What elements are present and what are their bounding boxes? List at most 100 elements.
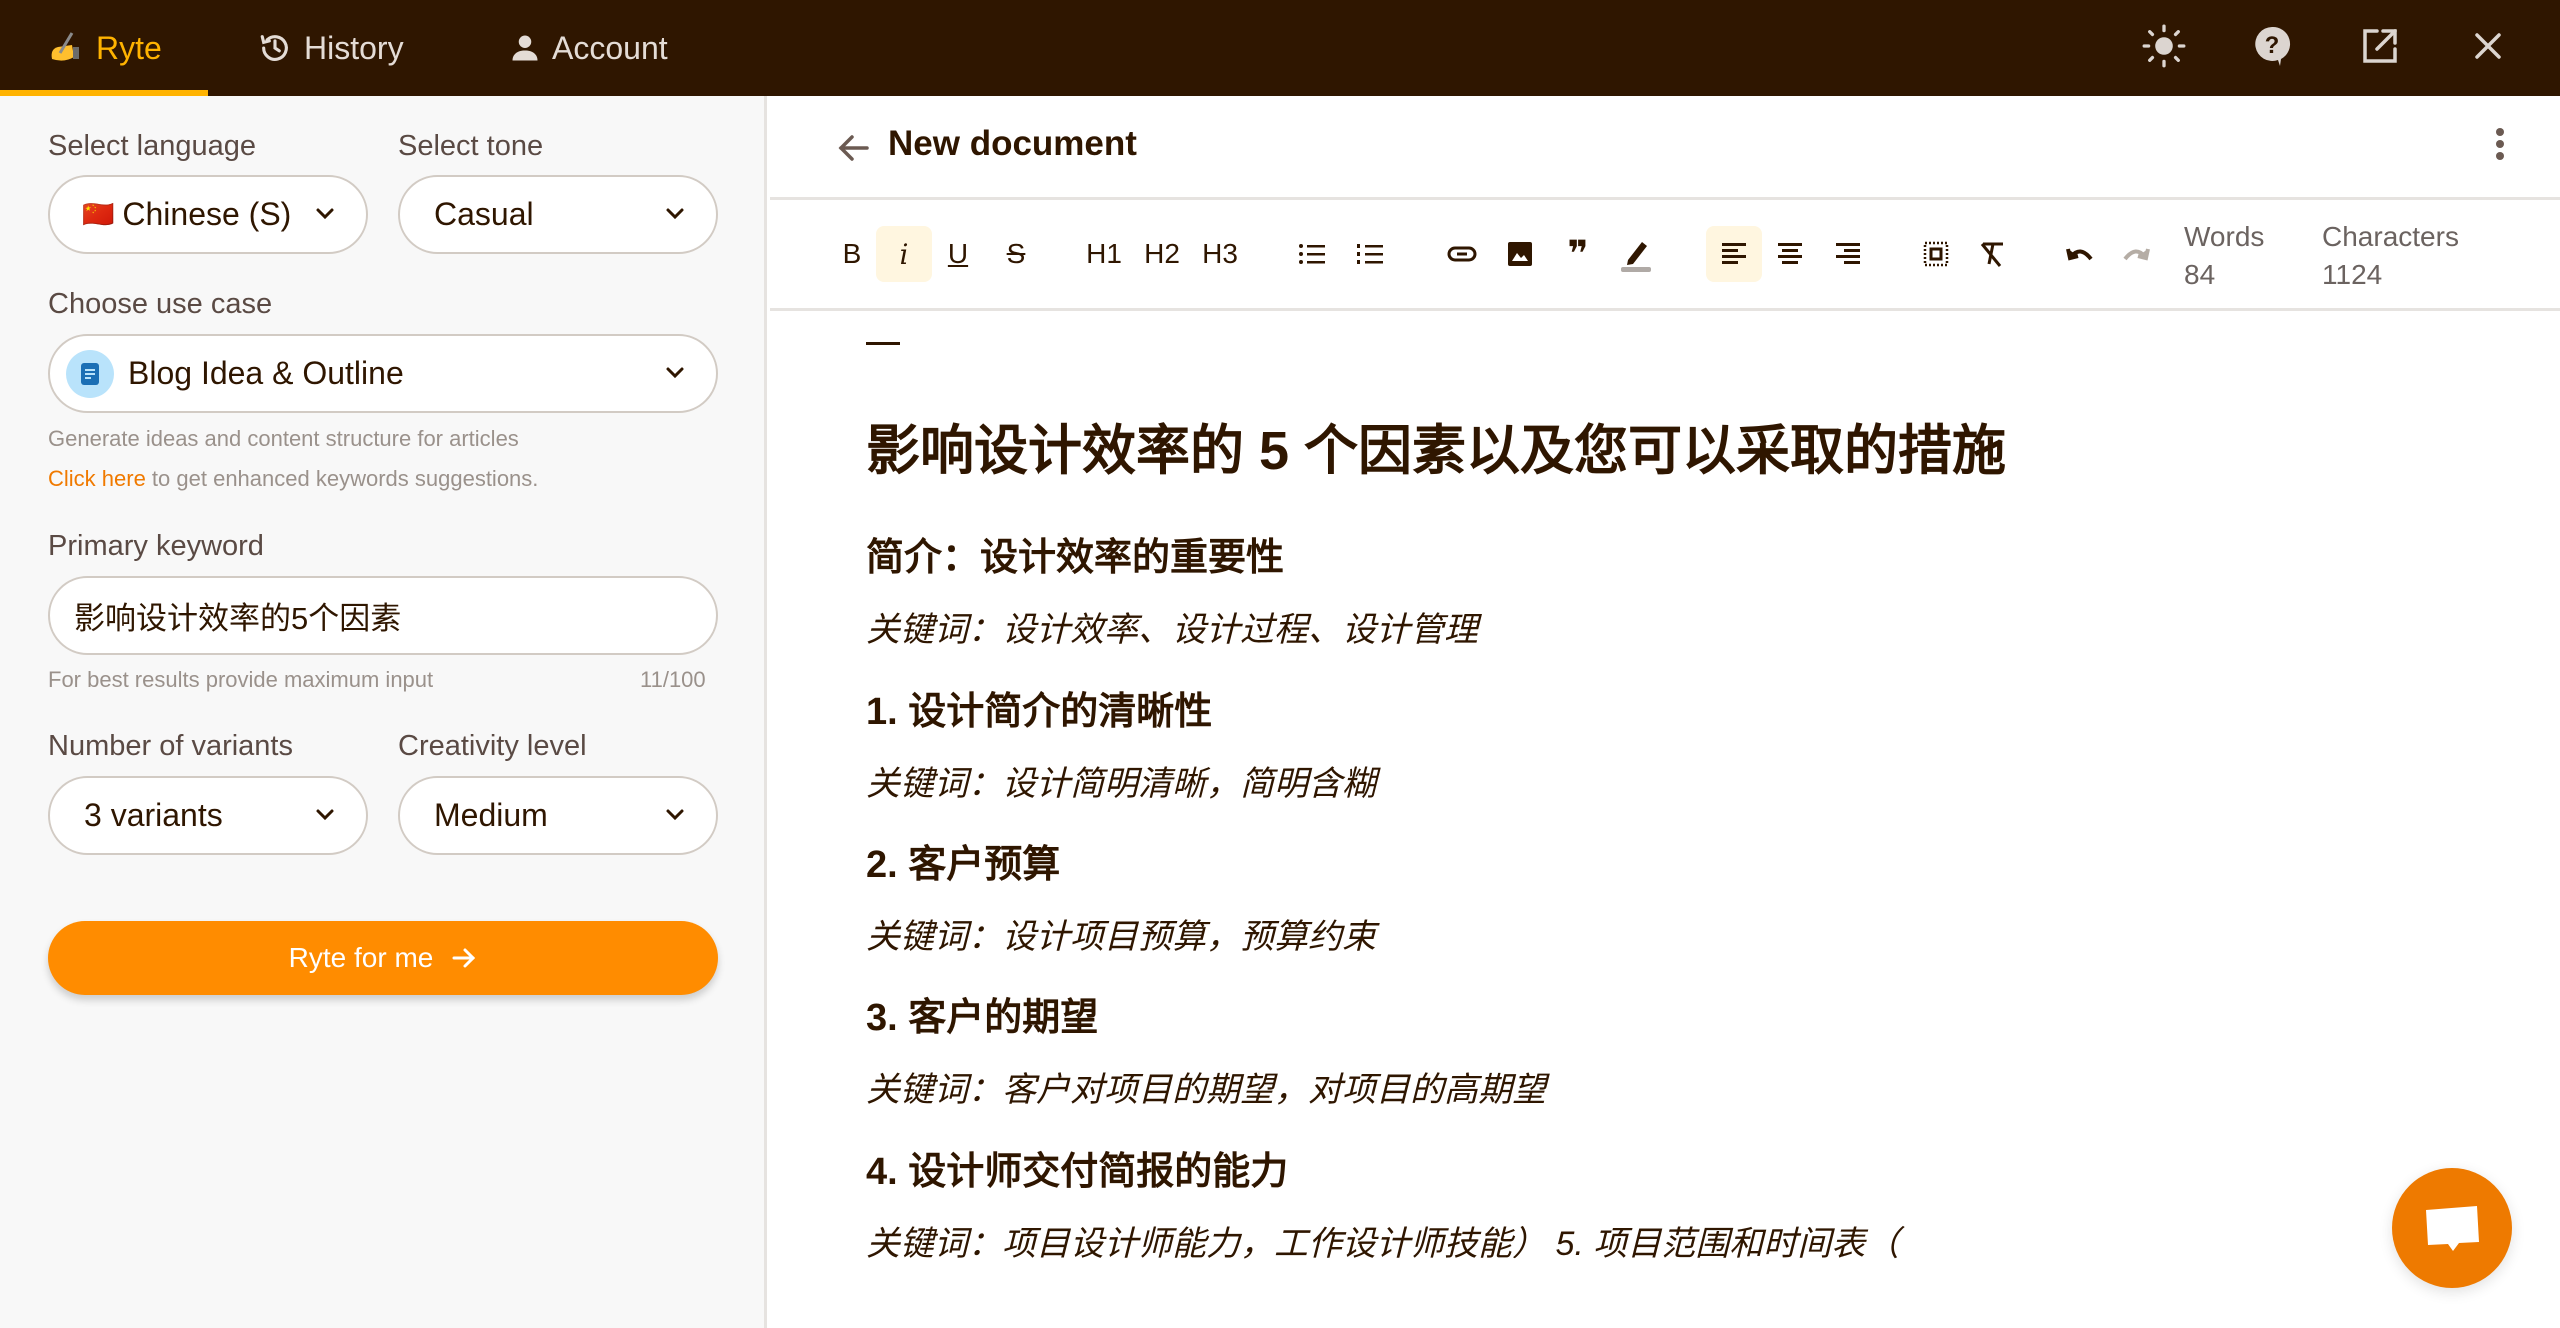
strikethrough-button[interactable]: S	[996, 226, 1036, 282]
heading3-button[interactable]: H3	[1200, 226, 1240, 282]
variants-select[interactable]: 3 variants	[48, 776, 368, 855]
section-heading: 4. 设计师交付简报的能力	[866, 1151, 1289, 1193]
tab-ryte[interactable]: Ryte	[0, 0, 208, 96]
highlight-button[interactable]	[1616, 226, 1656, 282]
pen-highlight-icon	[1621, 242, 1651, 272]
chat-support-button[interactable]	[2392, 1168, 2512, 1288]
svg-text:?: ?	[2265, 32, 2280, 59]
theme-toggle-button[interactable]	[2140, 24, 2188, 72]
clear-format-button[interactable]	[1972, 226, 2012, 282]
tab-history[interactable]: History	[258, 0, 404, 96]
help-button[interactable]: ?	[2248, 24, 2296, 72]
section-keywords: 关键词：设计效率、设计过程、设计管理	[866, 611, 1478, 649]
back-button[interactable]	[832, 126, 876, 170]
editor-toolbar: B i U S H1 H2 H3 ❞ Words 84 Characters 1…	[770, 200, 2560, 311]
section-keywords: 关键词：项目设计师能力，工作设计师技能） 5. 项目范围和时间表（	[866, 1225, 1900, 1263]
section-heading: 3. 客户的期望	[866, 997, 1099, 1039]
generator-panel: Select language Select tone 🇨🇳 Chinese (…	[0, 96, 767, 1328]
heading2-button[interactable]: H2	[1142, 226, 1182, 282]
align-right-icon	[1836, 243, 1860, 264]
tab-account-label: Account	[552, 29, 668, 66]
use-case-select[interactable]: Blog Idea & Outline	[48, 334, 718, 413]
horizontal-rule	[866, 342, 900, 345]
align-left-icon	[1722, 243, 1746, 264]
tab-history-label: History	[304, 29, 404, 66]
variants-value: 3 variants	[84, 797, 223, 833]
person-icon	[510, 33, 540, 63]
document-header: New document	[770, 96, 2560, 200]
link-button[interactable]	[1442, 226, 1482, 282]
undo-button[interactable]	[2060, 226, 2100, 282]
ryte-for-me-label: Ryte for me	[288, 942, 434, 973]
primary-keyword-value: 影响设计效率的5个因素	[74, 601, 402, 636]
section-keywords: 关键词：设计简明清晰，简明含糊	[866, 765, 1376, 803]
language-value: Chinese (S)	[122, 196, 292, 232]
click-here-link[interactable]: Click here	[48, 466, 146, 491]
help-icon: ?	[2253, 25, 2291, 72]
tone-select[interactable]: Casual	[398, 175, 718, 254]
primary-keyword-input[interactable]: 影响设计效率的5个因素	[48, 576, 718, 655]
link-icon	[1447, 246, 1477, 262]
words-label: Words	[2184, 221, 2265, 252]
chevron-down-icon	[666, 809, 684, 821]
quote-icon: ❞	[1567, 233, 1589, 274]
section-keywords: 关键词：设计项目预算，预算约束	[866, 918, 1376, 956]
character-count: Characters 1124	[2322, 218, 2459, 294]
dot	[2496, 140, 2504, 148]
ryte-for-me-button[interactable]: Ryte for me	[48, 921, 718, 995]
select-all-button[interactable]	[1916, 226, 1956, 282]
chat-bubble-icon	[2426, 1206, 2479, 1251]
writing-hand-icon	[46, 29, 84, 67]
language-select[interactable]: 🇨🇳 Chinese (S)	[48, 175, 368, 254]
italic-button[interactable]: i	[876, 226, 932, 282]
keyword-char-counter: 11/100	[640, 667, 706, 692]
open-external-icon	[2361, 27, 2399, 70]
bullet-list-button[interactable]	[1292, 226, 1332, 282]
dot	[2496, 152, 2504, 160]
keyword-suggestion-hint: Click here to get enhanced keywords sugg…	[48, 466, 538, 492]
more-options-button[interactable]	[2488, 124, 2512, 172]
creativity-select[interactable]: Medium	[398, 776, 718, 855]
chevron-down-icon	[316, 208, 334, 220]
align-center-icon	[1778, 243, 1802, 264]
creativity-label: Creativity level	[398, 730, 587, 762]
tab-account[interactable]: Account	[510, 0, 668, 96]
keyword-hint: For best results provide maximum input	[48, 667, 434, 692]
bold-button[interactable]: B	[832, 226, 872, 282]
align-right-button[interactable]	[1828, 226, 1868, 282]
document-editor[interactable]: 影响设计效率的 5 个因素以及您可以采取的措施 简介：设计效率的重要性 关键词：…	[770, 314, 2560, 1328]
align-center-button[interactable]	[1770, 226, 1810, 282]
arrow-left-icon	[838, 135, 869, 161]
creativity-value: Medium	[434, 797, 548, 833]
document-icon	[66, 349, 114, 398]
document-heading: 影响设计效率的 5 个因素以及您可以采取的措施	[866, 421, 2007, 481]
chevron-down-icon	[316, 809, 334, 821]
tab-ryte-label: Ryte	[96, 29, 162, 66]
history-icon	[258, 31, 292, 65]
heading1-button[interactable]: H1	[1084, 226, 1124, 282]
word-count: Words 84	[2184, 218, 2264, 294]
use-case-label: Choose use case	[48, 288, 273, 320]
image-icon	[1508, 242, 1532, 266]
document-title: New document	[888, 124, 1137, 163]
align-left-button[interactable]	[1706, 226, 1762, 282]
words-value: 84	[2184, 259, 2216, 290]
quote-button[interactable]: ❞	[1558, 226, 1598, 282]
sun-icon	[2142, 24, 2186, 73]
close-button[interactable]	[2464, 24, 2512, 72]
arrow-right-icon	[452, 948, 476, 968]
section-heading: 简介：设计效率的重要性	[866, 537, 1285, 579]
underline-button[interactable]: U	[938, 226, 978, 282]
language-label: Select language	[48, 130, 256, 162]
tone-value: Casual	[434, 196, 534, 232]
undo-icon	[2066, 248, 2093, 261]
use-case-description: Generate ideas and content structure for…	[48, 426, 519, 451]
clear-format-icon	[1980, 242, 2003, 267]
tone-label: Select tone	[398, 130, 544, 162]
select-all-icon	[1923, 241, 1949, 267]
redo-button[interactable]	[2116, 226, 2156, 282]
chevron-down-icon	[666, 208, 684, 220]
numbered-list-button[interactable]	[1350, 226, 1390, 282]
open-external-button[interactable]	[2356, 24, 2404, 72]
image-button[interactable]	[1500, 226, 1540, 282]
